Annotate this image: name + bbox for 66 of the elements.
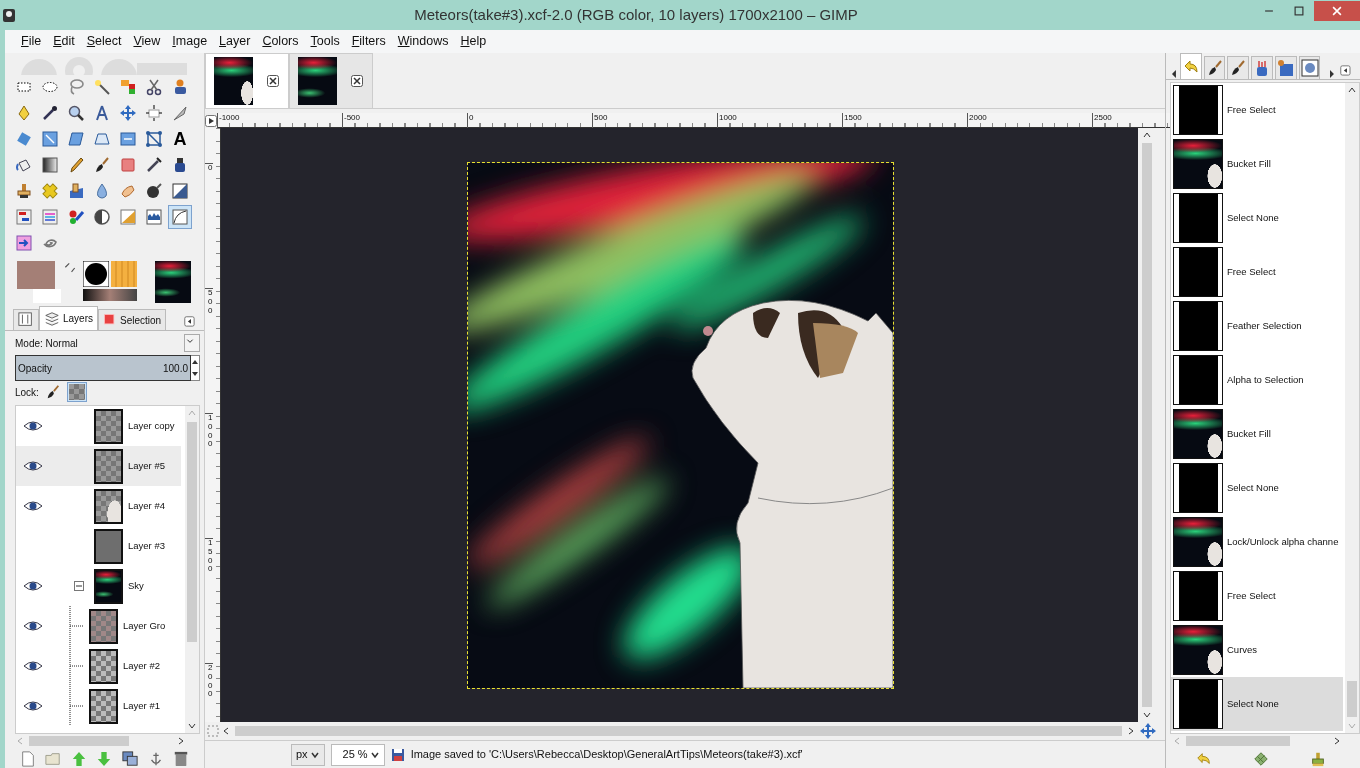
menu-item[interactable]: Help (454, 32, 493, 51)
menu-item[interactable]: Edit (47, 32, 81, 51)
dock-tab[interactable]: Layers (39, 306, 98, 330)
menu-item[interactable]: Tools (304, 32, 346, 51)
ruler-label: 1000 (205, 413, 213, 538)
menu-item[interactable]: Filters (345, 32, 392, 51)
history-item[interactable]: Lock/Unlock alpha channe (1171, 515, 1343, 569)
layer-name[interactable]: Sky (128, 578, 144, 594)
history-label: Free Select (1227, 588, 1276, 603)
layer-row[interactable]: Layer #1 (16, 686, 181, 726)
layer-row[interactable]: Layer copy (16, 406, 181, 446)
layer-row[interactable]: Layer #2 (16, 646, 181, 686)
history-label: Bucket Fill (1227, 426, 1271, 441)
lock-label: Lock: (15, 385, 39, 400)
menu-item[interactable]: Image (166, 32, 214, 51)
layer-name[interactable]: Layer #5 (128, 458, 165, 474)
menu-item[interactable]: View (127, 32, 167, 51)
dock-tab[interactable]: Selection (98, 309, 167, 330)
history-label: Select None (1227, 480, 1279, 495)
menu-item[interactable]: Select (80, 32, 128, 51)
layer-name[interactable]: Layer #2 (123, 658, 160, 674)
menu-item[interactable]: Colors (256, 32, 305, 51)
layer-name[interactable]: Layer #3 (128, 538, 165, 554)
ruler-label: 500 (205, 288, 213, 413)
history-label: Lock/Unlock alpha channe (1227, 534, 1339, 549)
history-item[interactable]: Bucket Fill (1171, 407, 1343, 461)
history-label: Select None (1227, 210, 1279, 225)
history-item[interactable]: Feather Selection (1171, 299, 1343, 353)
layer-name[interactable]: Layer copy (128, 418, 175, 434)
menu-item[interactable]: Windows (391, 32, 455, 51)
layer-row[interactable]: Layer #5 (16, 446, 181, 486)
layer-row[interactable]: Layer Gro (16, 606, 181, 646)
ruler-label: 0 (205, 163, 213, 288)
menu-item[interactable]: File (15, 32, 48, 51)
zoom-dropdown[interactable]: 25 % (330, 743, 385, 766)
history-item[interactable]: Select None (1171, 677, 1343, 731)
history-item[interactable]: Free Select (1171, 245, 1343, 299)
opacity-value: 100.0 (162, 361, 188, 376)
layer-row[interactable]: Layer #3 (16, 526, 181, 566)
history-label: Curves (1227, 642, 1258, 657)
menu-item[interactable]: Layer (213, 32, 257, 51)
history-item[interactable]: Free Select (1171, 569, 1343, 623)
layer-name[interactable]: Layer #1 (123, 698, 160, 714)
text-tool-button[interactable]: A (168, 127, 192, 151)
mode-label: Mode: Normal (15, 336, 78, 351)
history-label: Bucket Fill (1227, 156, 1271, 171)
history-item[interactable]: Select None (1171, 461, 1343, 515)
history-item[interactable]: Bucket Fill (1171, 137, 1343, 191)
layer-name[interactable]: Layer #4 (128, 498, 165, 514)
layer-name[interactable]: Layer Gro (123, 618, 166, 634)
window-title: Meteors(take#3).xcf-2.0 (RGB color, 10 layers) 1700x2100 – GIMP (413, 4, 859, 25)
history-item[interactable]: Curves (1171, 623, 1343, 677)
history-label: Alpha to Selection (1227, 372, 1304, 387)
history-label: Select None (1227, 696, 1279, 711)
opacity-slider[interactable]: Opacity 100.0 (15, 355, 191, 381)
layer-row[interactable]: Sky (16, 566, 181, 606)
history-label: Free Select (1227, 264, 1276, 279)
history-item[interactable]: Alpha to Selection (1171, 353, 1343, 407)
history-label: Free Select (1227, 102, 1276, 117)
history-label: Feather Selection (1227, 318, 1302, 333)
unit-dropdown[interactable]: px (291, 743, 325, 766)
history-item[interactable]: Select None (1171, 191, 1343, 245)
ruler-label: 1500 (205, 538, 213, 663)
opacity-label: Opacity (18, 361, 52, 376)
layer-row[interactable]: Layer #4 (16, 486, 181, 526)
status-message: Image saved to 'C:\Users\Rebecca\Desktop\GeneralArtTips\Meteors(take#3).xcf' (410, 747, 803, 763)
